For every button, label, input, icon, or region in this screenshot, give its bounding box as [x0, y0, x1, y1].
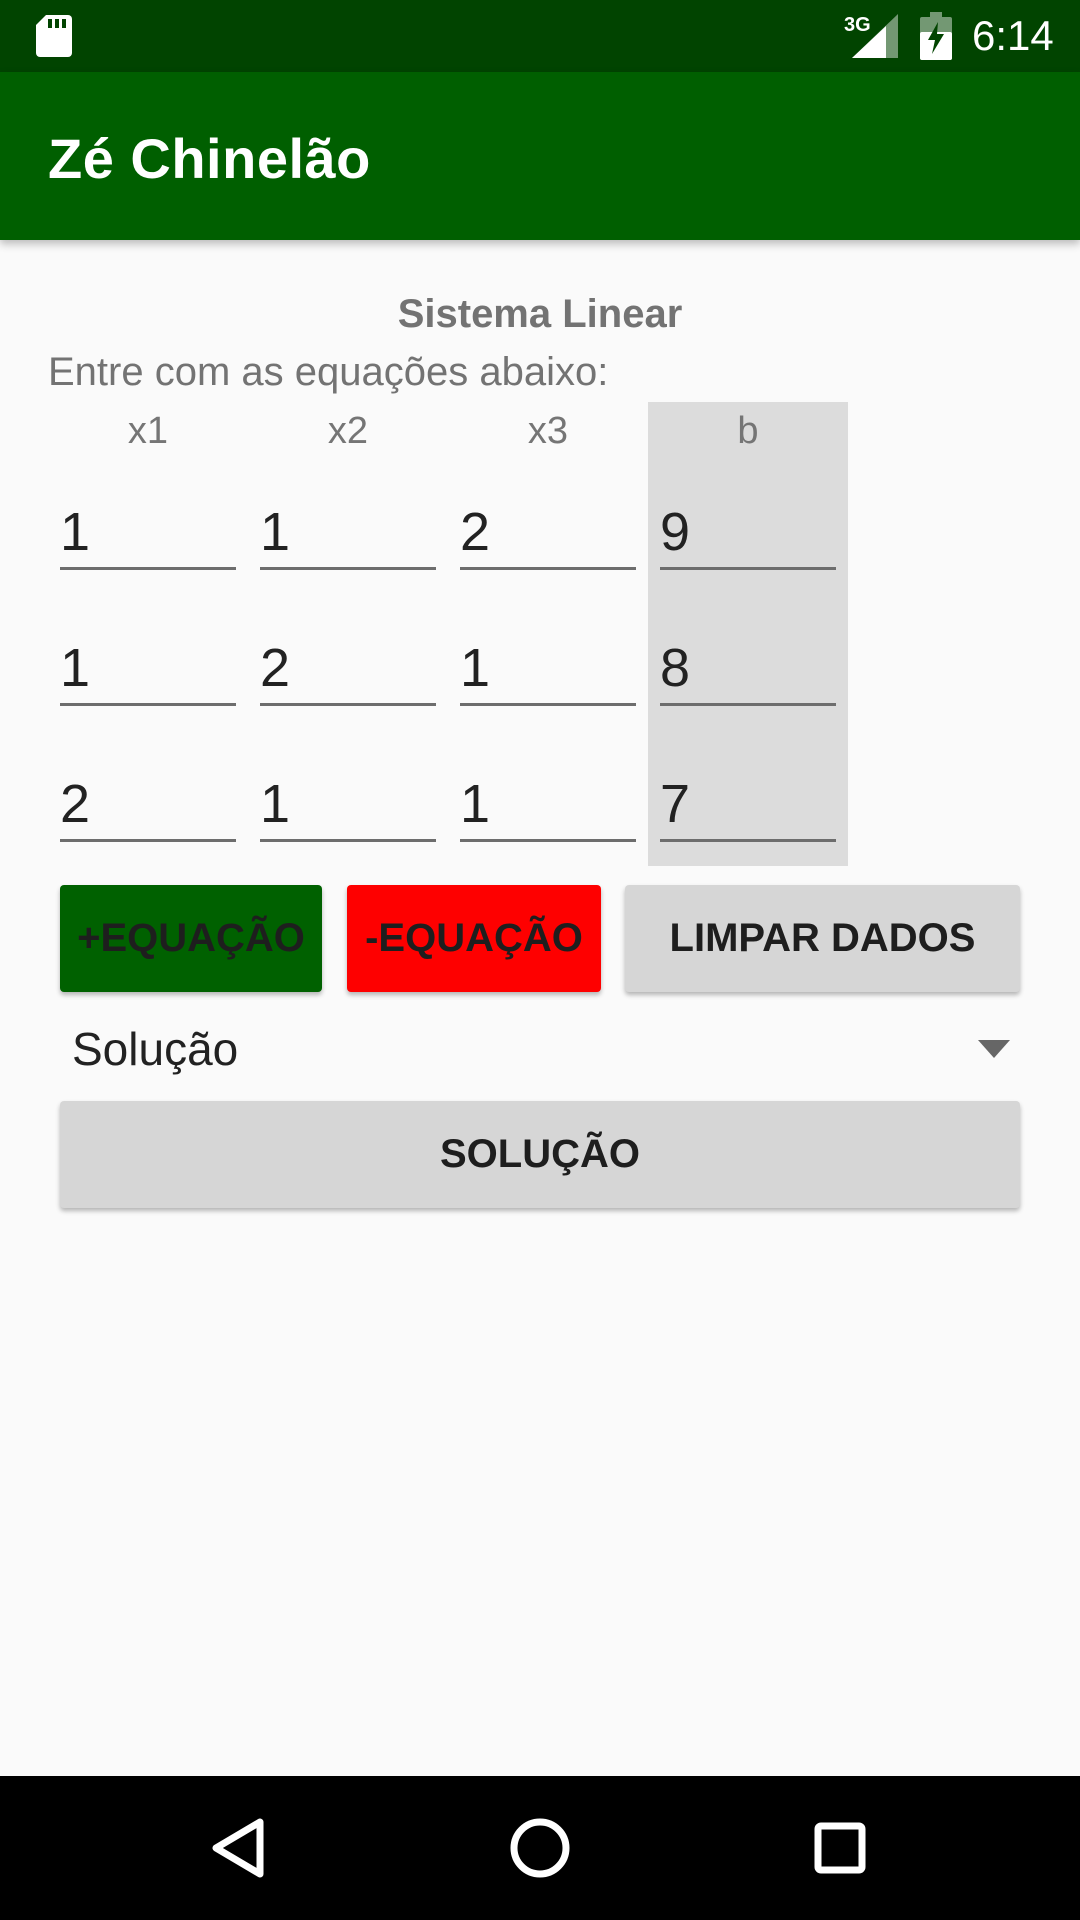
solve-button[interactable]: SOLUÇÃO: [60, 1101, 1020, 1208]
instructions-text: Entre com as equações abaixo:: [48, 350, 609, 394]
column-header-x2: x2: [327, 410, 369, 452]
coefficient-field-r2-x2[interactable]: [260, 622, 436, 706]
add-equation-button[interactable]: +EQUAÇÃO: [60, 885, 322, 992]
app-title: Zé Chinelão: [48, 127, 371, 190]
column-header-x1: x1: [127, 410, 169, 452]
back-icon[interactable]: [188, 1796, 292, 1900]
status-bar: 3G 6:14: [0, 0, 1080, 72]
constant-field-r2-b[interactable]: [660, 622, 836, 706]
method-dropdown-value: Solução: [72, 1023, 239, 1075]
coefficient-field-r1-x2[interactable]: [260, 486, 436, 570]
column-header-x3: x3: [527, 410, 569, 452]
coefficient-field-r2-x1[interactable]: [60, 622, 236, 706]
recent-apps-icon[interactable]: [788, 1796, 892, 1900]
column-header-b: b: [737, 410, 759, 452]
method-dropdown[interactable]: Solução: [60, 1010, 1020, 1090]
app-bar: Zé Chinelão: [0, 72, 1080, 240]
dropdown-arrow-icon: [978, 1040, 1010, 1058]
coefficient-field-r1-x1[interactable]: [60, 486, 236, 570]
home-icon[interactable]: [488, 1796, 592, 1900]
navigation-bar: [0, 1776, 1080, 1920]
clear-data-button[interactable]: LIMPAR DADOS: [625, 885, 1020, 992]
coefficient-field-r1-x3[interactable]: [460, 486, 636, 570]
remove-equation-button[interactable]: -EQUAÇÃO: [347, 885, 601, 992]
coefficient-field-r2-x3[interactable]: [460, 622, 636, 706]
constant-field-r1-b[interactable]: [660, 486, 836, 570]
constant-field-r3-b[interactable]: [660, 758, 836, 842]
status-clock: 6:14: [972, 12, 1054, 59]
battery-charging-icon: [920, 12, 952, 60]
coefficient-field-r3-x3[interactable]: [460, 758, 636, 842]
section-title: Sistema Linear: [397, 292, 683, 336]
sd-card-icon: [36, 15, 72, 57]
coefficient-field-r3-x2[interactable]: [260, 758, 436, 842]
cell-signal-icon: [852, 14, 898, 58]
coefficient-field-r3-x1[interactable]: [60, 758, 236, 842]
